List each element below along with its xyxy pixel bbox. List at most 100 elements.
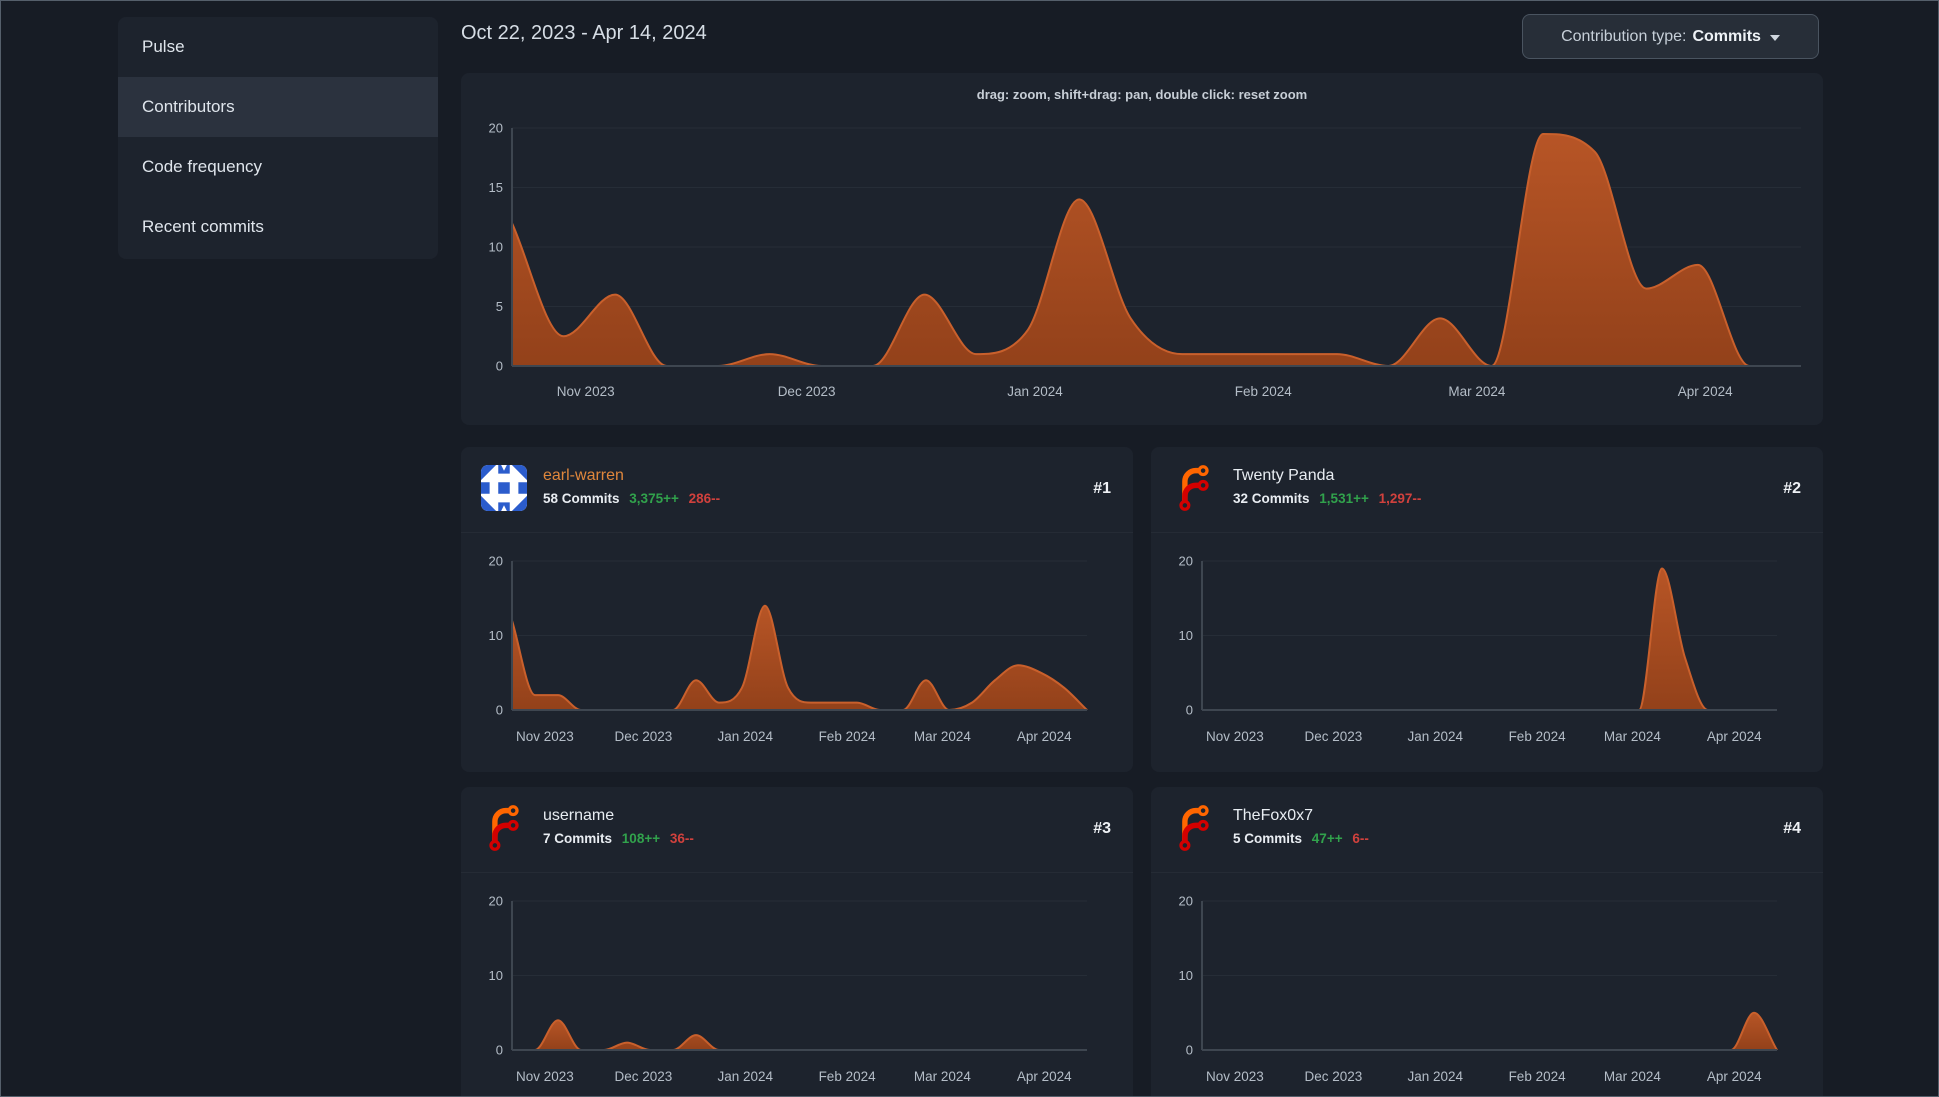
contributor-activity-chart[interactable]: 0 10 20 Nov 2023 Dec 2023 Jan 2024 Feb 2024 Mar… [1151, 533, 1823, 772]
x-tick-label: Jan 2024 [718, 729, 774, 744]
contributor-card-3: username 7 Commits 108++ 36-- #3 0 10 20 No… [461, 787, 1133, 1097]
rank-badge: #1 [1093, 480, 1111, 497]
contributor-stats: 32 Commits 1,531++ 1,297-- [1233, 491, 1421, 506]
x-tick-label: Feb 2024 [819, 1069, 877, 1084]
sidebar-item-contributors[interactable]: Contributors [118, 77, 438, 137]
y-tick-label: 20 [489, 894, 503, 909]
additions-count: 3,375++ [629, 491, 679, 506]
x-tick-label: Nov 2023 [516, 1069, 574, 1084]
chevron-down-icon [1769, 34, 1780, 41]
y-tick-label: 10 [489, 628, 503, 643]
x-tick-label: Apr 2024 [1707, 1069, 1762, 1084]
avatar-forgejo[interactable] [1171, 465, 1217, 511]
chart-zoom-hint: drag: zoom, shift+drag: pan, double clic… [976, 87, 1308, 102]
contributor-card-2: Twenty Panda 32 Commits 1,531++ 1,297-- … [1151, 447, 1823, 772]
commit-count: 32 Commits [1233, 491, 1310, 506]
y-tick-label: 10 [1179, 628, 1193, 643]
x-tick-label: Feb 2024 [819, 729, 877, 744]
deletions-count: 36-- [669, 831, 694, 846]
contributor-name-link[interactable]: username [543, 807, 614, 825]
x-tick-label: Apr 2024 [1017, 1069, 1072, 1084]
y-tick-label: 0 [496, 1043, 503, 1058]
x-tick-label: Dec 2023 [778, 384, 836, 399]
contributor-name-link[interactable]: earl-warren [543, 467, 624, 485]
contributor-activity-chart[interactable]: 0 10 20 Nov 2023 Dec 2023 Jan 2024 Feb 2024 Mar… [461, 873, 1133, 1097]
sidebar-item-code-frequency[interactable]: Code frequency [118, 137, 438, 197]
contribution-type-dropdown[interactable]: Contribution type: Commits [1522, 14, 1819, 59]
contributor-stats: 58 Commits 3,375++ 286-- [543, 491, 720, 506]
contributor-card-4: TheFox0x7 5 Commits 47++ 6-- #4 0 10 20 Nov… [1151, 787, 1823, 1097]
chart-canvas[interactable]: 0 10 20 Nov 2023 Dec 2023 Jan 2024 Feb 2024 Mar… [1151, 873, 1823, 1097]
y-tick-label: 0 [1186, 703, 1193, 718]
y-tick-label: 20 [489, 121, 503, 136]
contributor-card-header: username 7 Commits 108++ 36-- #3 [461, 787, 1133, 873]
additions-count: 108++ [621, 831, 661, 846]
commit-count: 5 Commits [1233, 831, 1303, 846]
sidebar-item-pulse[interactable]: Pulse [118, 17, 438, 77]
deletions-count: 286-- [688, 491, 721, 506]
commit-count: 7 Commits [543, 831, 613, 846]
x-tick-label: Dec 2023 [1305, 729, 1363, 744]
overall-activity-chart[interactable]: 0 5 10 15 20 Nov 2023 Dec 2023 Jan 2024 Feb 2024… [461, 73, 1823, 425]
x-tick-label: Feb 2024 [1235, 384, 1293, 399]
chart-canvas[interactable]: 0 10 20 Nov 2023 Dec 2023 Jan 2024 Feb 2024 Mar… [1151, 533, 1823, 772]
chart-canvas[interactable]: 0 10 20 Nov 2023 Dec 2023 Jan 2024 Feb 2024 Mar… [461, 533, 1133, 772]
x-tick-label: Mar 2024 [1604, 729, 1662, 744]
y-tick-label: 15 [489, 180, 503, 195]
contributor-name-link[interactable]: TheFox0x7 [1233, 807, 1313, 825]
x-tick-label: Nov 2023 [557, 384, 615, 399]
x-tick-label: Jan 2024 [1408, 1069, 1464, 1084]
y-tick-label: 0 [1186, 1043, 1193, 1058]
contributor-card-header: TheFox0x7 5 Commits 47++ 6-- #4 [1151, 787, 1823, 873]
deletions-count: 1,297-- [1378, 491, 1422, 506]
x-tick-label: Nov 2023 [1206, 729, 1264, 744]
y-tick-label: 0 [496, 703, 503, 718]
contributor-activity-chart[interactable]: 0 10 20 Nov 2023 Dec 2023 Jan 2024 Feb 2024 Mar… [1151, 873, 1823, 1097]
y-tick-label: 10 [489, 968, 503, 983]
additions-count: 1,531++ [1319, 491, 1369, 506]
app-window: Pulse Contributors Code frequency Recent… [0, 0, 1939, 1097]
y-tick-label: 0 [496, 359, 503, 374]
x-tick-label: Feb 2024 [1509, 1069, 1567, 1084]
x-tick-label: Mar 2024 [914, 1069, 972, 1084]
x-tick-label: Mar 2024 [914, 729, 972, 744]
x-tick-label: Nov 2023 [1206, 1069, 1264, 1084]
contribution-type-label: Contribution type: [1561, 27, 1687, 45]
forgejo-logo-icon [1179, 465, 1209, 511]
commit-area-series [1202, 568, 1777, 710]
identicon-image [481, 465, 527, 511]
forgejo-logo-icon [1179, 805, 1209, 851]
contributor-name-link[interactable]: Twenty Panda [1233, 467, 1334, 485]
contributor-activity-chart[interactable]: 0 10 20 Nov 2023 Dec 2023 Jan 2024 Feb 2024 Mar… [461, 533, 1133, 772]
sidebar-item-recent-commits[interactable]: Recent commits [118, 197, 438, 257]
y-tick-label: 20 [1179, 894, 1193, 909]
rank-badge: #3 [1093, 820, 1111, 837]
x-tick-label: Mar 2024 [1448, 384, 1506, 399]
y-tick-label: 10 [489, 240, 503, 255]
chart-canvas[interactable]: 0 5 10 15 20 Nov 2023 Dec 2023 Jan 2024 Feb 2024… [461, 73, 1823, 425]
commit-area-series [512, 134, 1801, 366]
y-tick-label: 20 [489, 554, 503, 569]
avatar-identicon[interactable] [481, 465, 527, 511]
x-tick-label: Apr 2024 [1678, 384, 1733, 399]
x-tick-label: Dec 2023 [615, 1069, 673, 1084]
contribution-type-value: Commits [1692, 27, 1761, 45]
rank-badge: #2 [1783, 480, 1801, 497]
contributor-stats: 5 Commits 47++ 6-- [1233, 831, 1369, 846]
avatar-forgejo[interactable] [1171, 805, 1217, 851]
date-range-title: Oct 22, 2023 - Apr 14, 2024 [461, 22, 707, 44]
x-tick-label: Apr 2024 [1017, 729, 1072, 744]
forgejo-logo-icon [489, 805, 519, 851]
x-tick-label: Apr 2024 [1707, 729, 1762, 744]
additions-count: 47++ [1311, 831, 1343, 846]
commit-count: 58 Commits [543, 491, 620, 506]
chart-canvas[interactable]: 0 10 20 Nov 2023 Dec 2023 Jan 2024 Feb 2024 Mar… [461, 873, 1133, 1097]
x-tick-label: Dec 2023 [615, 729, 673, 744]
y-tick-label: 5 [496, 299, 503, 314]
x-tick-label: Mar 2024 [1604, 1069, 1662, 1084]
y-tick-label: 20 [1179, 554, 1193, 569]
avatar-forgejo[interactable] [481, 805, 527, 851]
x-tick-label: Jan 2024 [1007, 384, 1063, 399]
x-tick-label: Jan 2024 [1408, 729, 1464, 744]
overall-activity-card: 0 5 10 15 20 Nov 2023 Dec 2023 Jan 2024 Feb 2024… [461, 73, 1823, 425]
